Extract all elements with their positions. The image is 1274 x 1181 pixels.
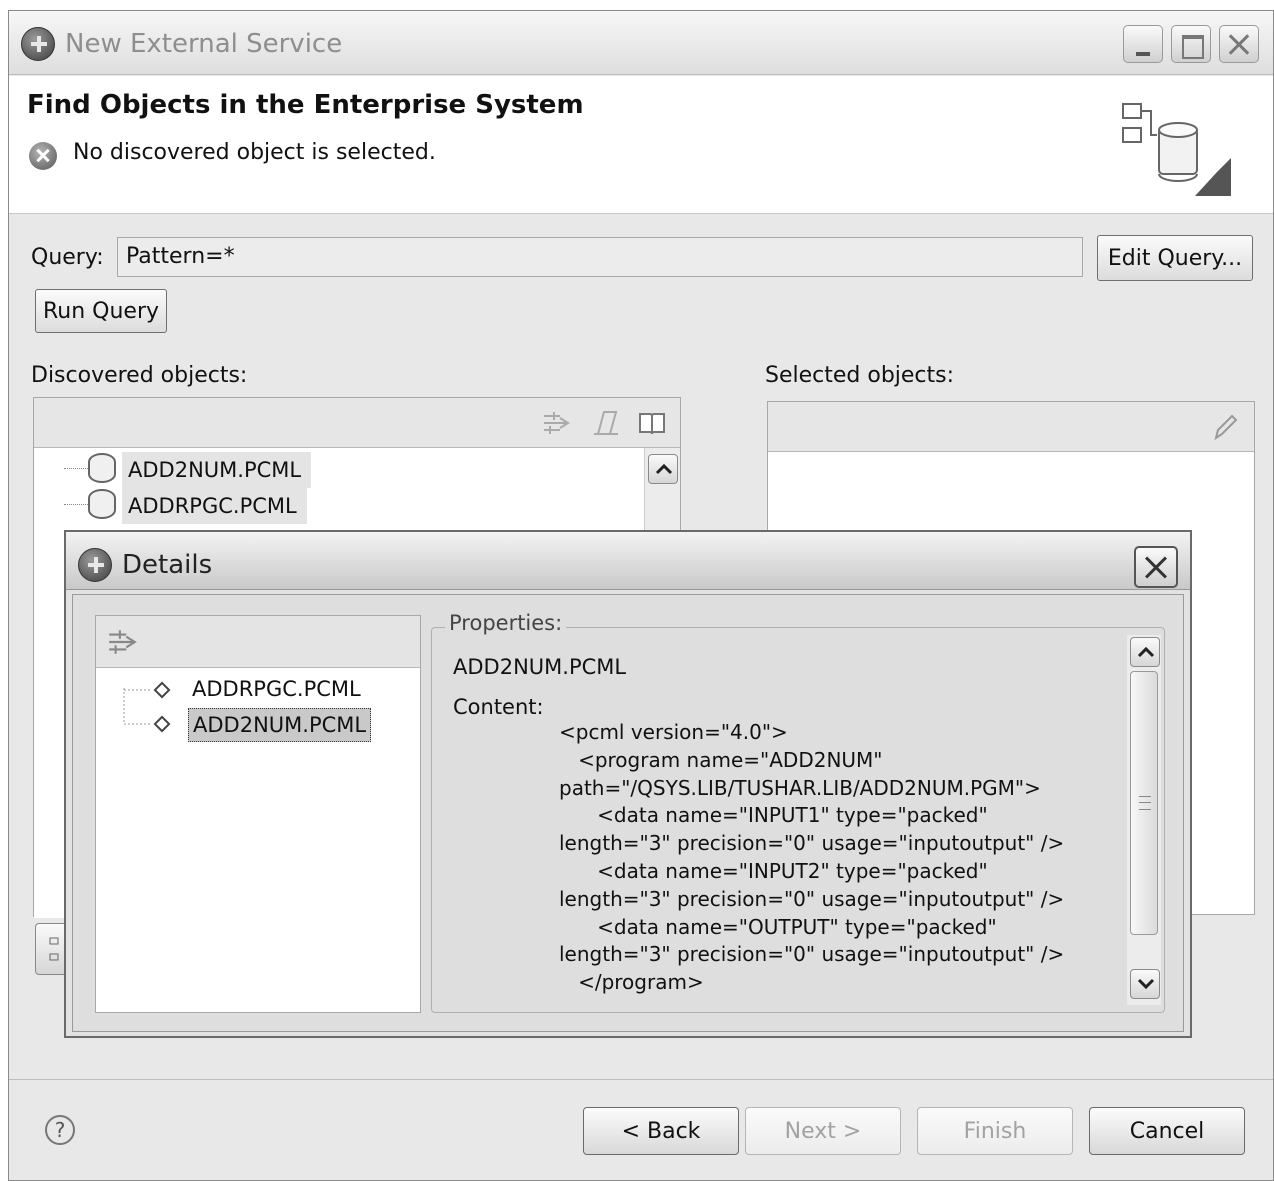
content-label: Content: <box>453 695 544 719</box>
cancel-button[interactable]: Cancel <box>1089 1107 1245 1155</box>
page-title: Find Objects in the Enterprise System <box>27 90 584 120</box>
database-icon <box>88 453 116 483</box>
query-label: Query: <box>31 245 104 270</box>
grip-icon <box>1139 796 1151 810</box>
plug-icon <box>78 548 112 582</box>
scroll-up-button[interactable] <box>648 454 678 484</box>
tree-toolbar <box>96 616 420 668</box>
back-button[interactable]: < Back <box>583 1107 739 1155</box>
details-close-button[interactable] <box>1134 546 1178 588</box>
object-name: ADD2NUM.PCML <box>453 655 627 679</box>
title-bar: New External Service <box>9 11 1273 75</box>
database-icon <box>88 489 116 519</box>
diamond-icon <box>153 681 171 699</box>
pencil-icon[interactable] <box>1208 412 1240 442</box>
error-message: No discovered object is selected. <box>73 140 436 165</box>
chevron-up-icon <box>1137 646 1155 658</box>
selected-toolbar <box>768 402 1254 452</box>
diamond-icon <box>153 715 171 733</box>
details-dialog: Details ADDRPGC.PCML ADD2NUM.PCML Proper… <box>64 530 1192 1038</box>
error-icon <box>29 142 57 170</box>
maximize-button[interactable] <box>1171 25 1211 63</box>
scroll-down-button[interactable] <box>1130 969 1160 999</box>
discovered-item[interactable]: ADDRPGC.PCML <box>122 488 307 524</box>
next-button[interactable]: Next > <box>745 1107 901 1155</box>
object-tree-panel: ADDRPGC.PCML ADD2NUM.PCML <box>95 615 421 1013</box>
plug-icon <box>21 27 55 61</box>
finish-button[interactable]: Finish <box>917 1107 1073 1155</box>
chevron-down-icon <box>1137 978 1155 990</box>
selected-objects-label: Selected objects: <box>765 363 955 388</box>
details-title: Details <box>122 550 213 580</box>
window-title: New External Service <box>65 29 343 59</box>
discovered-objects-label: Discovered objects: <box>31 363 248 388</box>
scroll-up-button[interactable] <box>1130 637 1160 667</box>
discovered-toolbar <box>34 398 680 448</box>
separator <box>9 1079 1273 1080</box>
scroll-thumb[interactable] <box>1130 671 1158 935</box>
eraser-icon[interactable] <box>590 408 622 438</box>
tree-connector <box>123 688 150 725</box>
expand-tree-icon[interactable] <box>540 408 572 438</box>
book-icon[interactable] <box>636 408 668 438</box>
properties-scrollbar[interactable] <box>1127 635 1161 1005</box>
discovered-item[interactable]: ADD2NUM.PCML <box>122 452 312 488</box>
details-title-bar: Details <box>66 532 1190 590</box>
database-wizard-icon <box>1122 103 1231 196</box>
properties-legend: Properties: <box>445 611 567 635</box>
edit-query-button[interactable]: Edit Query... <box>1097 235 1253 281</box>
tree-connector <box>64 504 88 505</box>
minimize-button[interactable] <box>1123 25 1163 63</box>
run-query-button[interactable]: Run Query <box>35 289 167 333</box>
query-input[interactable]: Pattern=* <box>117 237 1083 277</box>
close-button[interactable] <box>1219 25 1259 63</box>
help-icon[interactable]: ? <box>45 1115 75 1145</box>
tree-connector <box>64 468 88 469</box>
chevron-up-icon <box>655 463 673 475</box>
wizard-banner: Find Objects in the Enterprise System No… <box>9 76 1273 214</box>
tree-item-selected[interactable]: ADD2NUM.PCML <box>188 708 372 742</box>
tree-item[interactable]: ADDRPGC.PCML <box>188 672 365 706</box>
content-text: <pcml version="4.0"> <program name="ADD2… <box>559 720 1065 995</box>
expand-tree-icon[interactable] <box>104 626 140 658</box>
details-body: ADDRPGC.PCML ADD2NUM.PCML Properties: AD… <box>72 594 1184 1032</box>
